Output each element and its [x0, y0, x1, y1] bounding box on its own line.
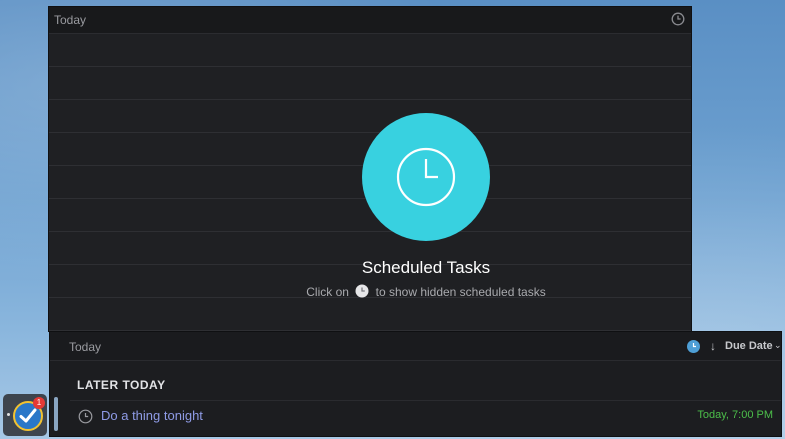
section-header-later-today: LATER TODAY [77, 378, 166, 392]
empty-state-title: Scheduled Tasks [361, 258, 491, 277]
task-title[interactable]: Do a thing tonight [101, 408, 203, 423]
empty-row [49, 67, 691, 100]
today-list-toolbar: Today ↓ Due Date ⌄ [50, 332, 781, 361]
hint-text-before: Click on [306, 285, 349, 299]
today-list-window: Today ↓ Due Date ⌄ LATER TODAY Do a thin… [49, 331, 782, 437]
notification-badge: 1 [33, 397, 45, 409]
empty-row [49, 298, 691, 331]
show-scheduled-toggle[interactable] [687, 340, 700, 353]
running-indicator [7, 413, 10, 416]
empty-row [49, 100, 691, 133]
task-row[interactable]: Do a thing tonight Today, 7:00 PM [70, 400, 781, 431]
hint-text-after: to show hidden scheduled tasks [375, 285, 546, 299]
main-window-titlebar[interactable]: Today [49, 7, 691, 34]
clock-icon [692, 343, 696, 348]
today-list-title: Today [69, 340, 102, 354]
empty-state-hint: Click on to show hidden scheduled tasks [49, 284, 691, 301]
dock: 1 [3, 394, 47, 436]
main-window-title: Today [54, 13, 87, 27]
clock-icon [355, 284, 369, 301]
dock-separator [54, 397, 58, 431]
main-window: Today Scheduled Tasks Click on to show h… [48, 6, 692, 332]
task-due-date: Today, 7:00 PM [697, 409, 773, 421]
clock-icon[interactable] [78, 409, 93, 429]
clock-icon [396, 147, 456, 207]
clock-icon[interactable] [671, 12, 685, 31]
sort-by-button[interactable]: Due Date [725, 340, 773, 352]
sort-direction-icon[interactable]: ↓ [710, 339, 716, 353]
chevron-down-icon[interactable]: ⌄ [774, 340, 781, 351]
scheduled-tasks-illustration [362, 113, 490, 241]
empty-row [49, 34, 691, 67]
